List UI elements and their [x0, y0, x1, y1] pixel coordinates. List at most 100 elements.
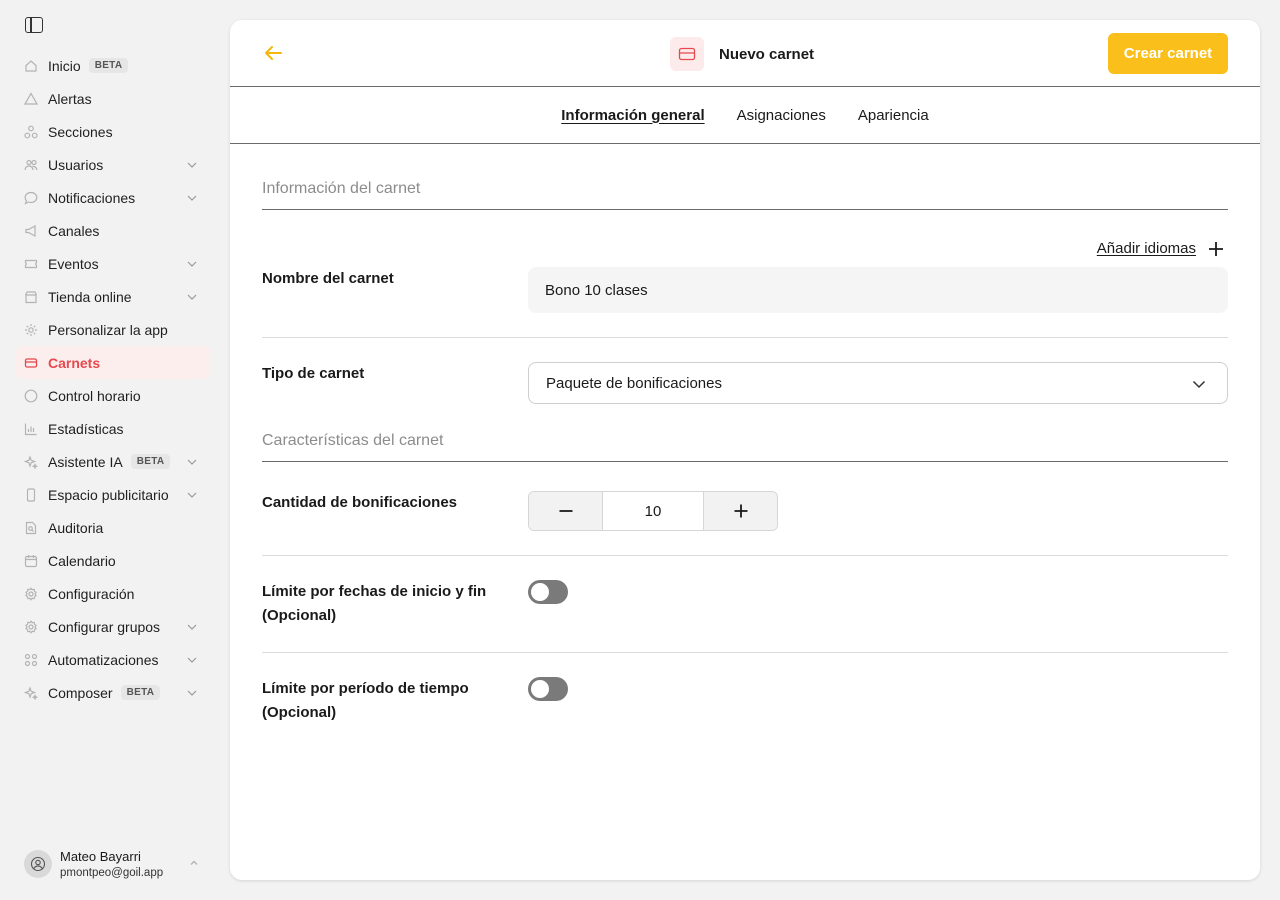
sidebar-item-label: Asistente IA — [48, 453, 123, 470]
beta-badge: BETA — [120, 685, 161, 700]
sidebar-item-label: Espacio publicitario — [48, 486, 169, 503]
sidebar-item-carnets[interactable]: Carnets — [16, 346, 210, 379]
chevron-down-icon[interactable] — [186, 456, 198, 468]
calendar-icon — [24, 554, 38, 568]
period-limit-label: Límite por período de tiempo (Opcional) — [262, 677, 469, 725]
users-icon — [24, 158, 38, 172]
period-limit-toggle[interactable] — [528, 677, 568, 701]
section-title-info: Información del carnet — [262, 180, 1228, 210]
card-icon — [24, 356, 38, 370]
tab-informacion-general[interactable]: Información general — [561, 107, 704, 124]
sidebar-item-eventos[interactable]: Eventos — [16, 247, 210, 280]
sidebar-item-alertas[interactable]: Alertas — [16, 82, 210, 115]
sidebar-toggle-icon[interactable] — [25, 17, 43, 33]
plus-icon — [1209, 241, 1223, 256]
group-gear-icon — [24, 619, 38, 634]
sidebar-item-label: Canales — [48, 222, 100, 239]
sparkle-icon — [24, 685, 38, 700]
user-menu[interactable]: Mateo Bayarri pmontpeo@goil.app — [24, 846, 204, 882]
card-name-input[interactable] — [528, 267, 1228, 313]
sidebar-item-espacio-publicitario[interactable]: Espacio publicitario — [16, 478, 210, 511]
topbar: Nuevo carnet Crear carnet — [230, 20, 1260, 87]
chevron-up-icon[interactable] — [188, 856, 200, 868]
back-arrow-icon[interactable] — [262, 42, 284, 64]
sidebar-item-configuracion[interactable]: Configuración — [16, 577, 210, 610]
audit-icon — [24, 521, 38, 535]
sidebar-item-configurar-grupos[interactable]: Configurar grupos — [16, 610, 210, 643]
sidebar-item-label: Configurar grupos — [48, 618, 161, 635]
sidebar-item-label: Usuarios — [48, 156, 104, 173]
sidebar-item-label: Automatizaciones — [48, 651, 159, 668]
sidebar-nav: Inicio BETA Alertas Secciones Usuarios N… — [16, 49, 210, 709]
card-icon — [670, 37, 704, 71]
card-type-value: Paquete de bonificaciones — [546, 374, 722, 392]
stats-icon — [24, 422, 38, 436]
type-label: Tipo de carnet — [262, 365, 365, 382]
sidebar-item-control-horario[interactable]: Control horario — [16, 379, 210, 412]
create-card-button[interactable]: Crear carnet — [1108, 33, 1228, 74]
sidebar-item-tienda-online[interactable]: Tienda online — [16, 280, 210, 313]
clock-icon — [24, 389, 38, 403]
period-limit-label-line1: Límite por período de tiempo — [262, 680, 469, 697]
card-type-select[interactable]: Paquete de bonificaciones — [528, 362, 1228, 404]
alert-icon — [24, 91, 38, 106]
chevron-down-icon — [1191, 376, 1207, 392]
chevron-down-icon[interactable] — [186, 159, 198, 171]
tab-asignaciones[interactable]: Asignaciones — [737, 107, 826, 124]
section-title-features: Características del carnet — [262, 432, 1228, 462]
sidebar-item-label: Composer — [48, 684, 113, 701]
sidebar-item-label: Personalizar la app — [48, 321, 168, 338]
sidebar-item-usuarios[interactable]: Usuarios — [16, 148, 210, 181]
sidebar-item-personalizar[interactable]: Personalizar la app — [16, 313, 210, 346]
add-languages-label: Añadir idiomas — [1096, 240, 1196, 257]
chat-icon — [24, 191, 38, 205]
chevron-down-icon[interactable] — [186, 291, 198, 303]
divider — [262, 337, 1228, 338]
tab-apariencia[interactable]: Apariencia — [858, 107, 929, 124]
sidebar-item-inicio[interactable]: Inicio BETA — [16, 49, 210, 82]
sidebar-item-label: Notificaciones — [48, 189, 136, 206]
sidebar-item-canales[interactable]: Canales — [16, 214, 210, 247]
sidebar-item-asistente-ia[interactable]: Asistente IA BETA — [16, 445, 210, 478]
automation-icon — [24, 653, 38, 667]
megaphone-icon — [24, 224, 38, 238]
beta-badge: BETA — [130, 454, 171, 469]
sidebar-item-calendario[interactable]: Calendario — [16, 544, 210, 577]
decrement-button[interactable] — [529, 492, 602, 530]
add-languages-link[interactable]: Añadir idiomas — [1097, 240, 1228, 257]
user-name: Mateo Bayarri — [60, 849, 141, 864]
sections-icon — [24, 125, 38, 139]
sidebar-item-automatizaciones[interactable]: Automatizaciones — [16, 643, 210, 676]
beta-badge: BETA — [88, 58, 129, 73]
quantity-value[interactable]: 10 — [602, 492, 704, 530]
sidebar-item-notificaciones[interactable]: Notificaciones — [16, 181, 210, 214]
main-panel: Nuevo carnet Crear carnet Información ge… — [230, 20, 1260, 880]
sidebar-item-label: Eventos — [48, 255, 99, 272]
sidebar-item-label: Secciones — [48, 123, 113, 140]
date-limit-toggle[interactable] — [528, 580, 568, 604]
sidebar-item-estadisticas[interactable]: Estadísticas — [16, 412, 210, 445]
user-email: pmontpeo@goil.app — [60, 867, 164, 879]
increment-button[interactable] — [704, 492, 777, 530]
period-limit-label-line2: (Opcional) — [262, 704, 337, 721]
divider — [262, 652, 1228, 653]
sidebar-item-composer[interactable]: Composer BETA — [16, 676, 210, 709]
chevron-down-icon[interactable] — [186, 258, 198, 270]
ticket-icon — [24, 257, 38, 271]
chevron-down-icon[interactable] — [186, 654, 198, 666]
sidebar-item-secciones[interactable]: Secciones — [16, 115, 210, 148]
page-title: Nuevo carnet — [719, 45, 815, 63]
phone-icon — [24, 487, 38, 502]
chevron-down-icon[interactable] — [186, 687, 198, 699]
sidebar-item-label: Auditoria — [48, 519, 104, 536]
store-icon — [24, 290, 38, 304]
date-limit-label: Límite por fechas de inicio y fin (Opcio… — [262, 580, 486, 628]
chevron-down-icon[interactable] — [186, 192, 198, 204]
chevron-down-icon[interactable] — [186, 621, 198, 633]
quantity-label: Cantidad de bonificaciones — [262, 494, 458, 511]
chevron-down-icon[interactable] — [186, 489, 198, 501]
sidebar-item-label: Configuración — [48, 585, 135, 602]
sparkle-icon — [24, 454, 38, 469]
sidebar-item-auditoria[interactable]: Auditoria — [16, 511, 210, 544]
divider — [262, 555, 1228, 556]
